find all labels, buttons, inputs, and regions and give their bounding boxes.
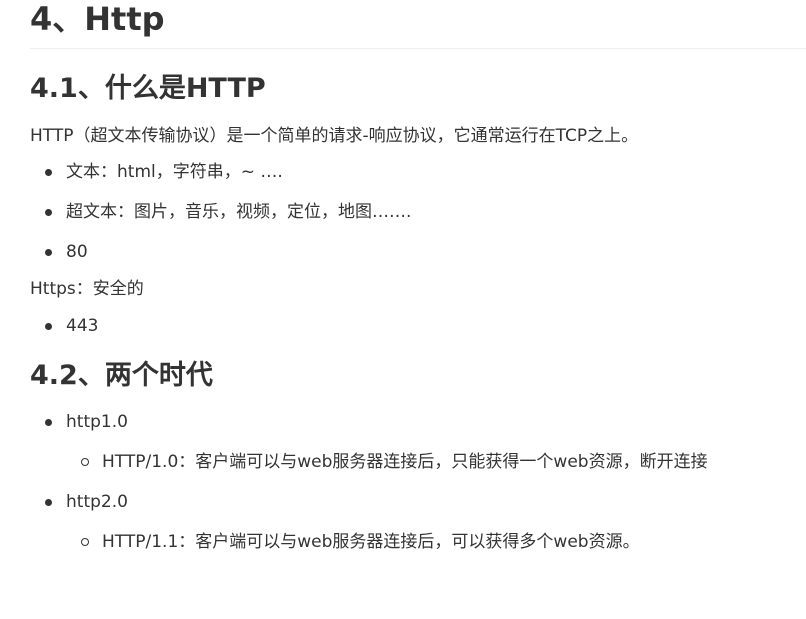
http-definition-paragraph: HTTP（超文本传输协议）是一个简单的请求-响应协议，它通常运行在TCP之上。	[30, 126, 639, 146]
section-heading-what-is-http: 4.1、什么是HTTP	[30, 73, 266, 104]
sub-list-item: HTTP/1.1：客户端可以与web服务器连接后，可以获得多个web资源。	[66, 529, 806, 555]
http-features-list: 文本：html，字符串，~ …. 超文本：图片，音乐，视频，定位，地图……. 8…	[30, 159, 806, 265]
list-item: 超文本：图片，音乐，视频，定位，地图…….	[30, 199, 806, 225]
https-list: 443	[30, 313, 806, 339]
document-body: 4、Http 4.1、什么是HTTP HTTP（超文本传输协议）是一个简单的请求…	[30, 0, 806, 555]
http-eras-list: http1.0 HTTP/1.0：客户端可以与web服务器连接后，只能获得一个w…	[30, 409, 806, 555]
sub-list: HTTP/1.0：客户端可以与web服务器连接后，只能获得一个web资源，断开连…	[66, 449, 806, 475]
list-item-http2: http2.0 HTTP/1.1：客户端可以与web服务器连接后，可以获得多个w…	[30, 489, 806, 555]
page-title: 4、Http	[30, 0, 806, 49]
sub-list: HTTP/1.1：客户端可以与web服务器连接后，可以获得多个web资源。	[66, 529, 806, 555]
list-item: 文本：html，字符串，~ ….	[30, 159, 806, 185]
list-item-label: http1.0	[66, 412, 128, 432]
list-item-http1: http1.0 HTTP/1.0：客户端可以与web服务器连接后，只能获得一个w…	[30, 409, 806, 475]
list-item: 80	[30, 239, 806, 265]
list-item: 443	[30, 313, 806, 339]
sub-list-item: HTTP/1.0：客户端可以与web服务器连接后，只能获得一个web资源，断开连…	[66, 449, 806, 475]
https-paragraph: Https：安全的	[30, 279, 144, 299]
list-item-label: http2.0	[66, 492, 128, 512]
section-heading-two-eras: 4.2、两个时代	[30, 360, 213, 391]
